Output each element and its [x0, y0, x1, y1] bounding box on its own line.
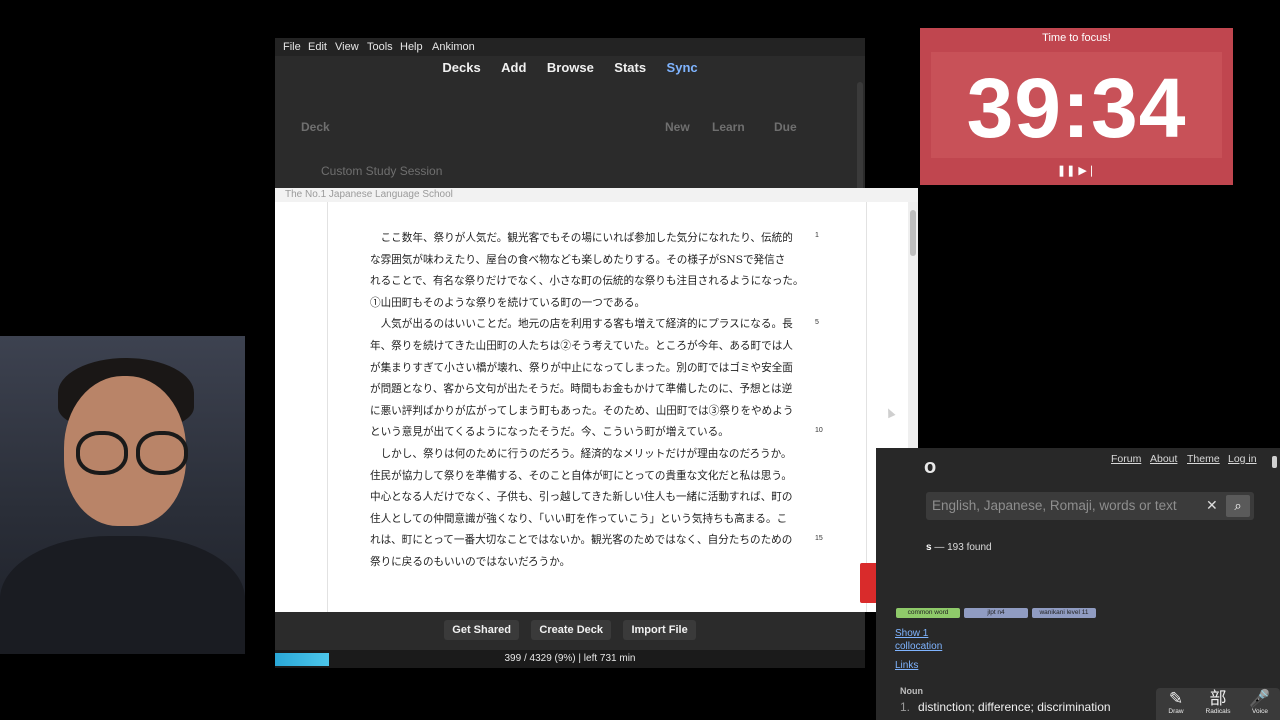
- show-collocations-link[interactable]: Show 1: [895, 628, 928, 639]
- voice-tool[interactable]: 🎤 Voice: [1242, 689, 1278, 716]
- passage-line: が集まりすぎて小さい橋が壊れ、祭りが中止になってしまった。別の町ではゴミや安全面: [370, 361, 793, 374]
- reading-passage: ここ数年、祭りが人気だ。観光客でもその場にいれば参加した気分になれたり、伝統的な…: [370, 228, 810, 574]
- radicals-tool[interactable]: 部 Radicals: [1200, 689, 1236, 716]
- microphone-icon: 🎤: [1249, 689, 1271, 708]
- pause-icon[interactable]: ❚❚: [1057, 165, 1075, 177]
- toolbar-add[interactable]: Add: [501, 60, 526, 75]
- search-input[interactable]: English, Japanese, Romaji, words or text: [932, 498, 1177, 513]
- clear-icon[interactable]: ✕: [1206, 497, 1218, 514]
- main-toolbar: Decks Add Browse Stats Sync: [275, 56, 865, 80]
- results-count-text: — 193 found: [934, 542, 992, 553]
- passage-line: 中心となる人だけでなく、子供も、引っ越してきた新しい住人も一緒に活動すれば、町の: [370, 491, 793, 504]
- line-number: 5: [815, 319, 819, 326]
- panel-scrollbar[interactable]: [1272, 456, 1277, 468]
- line-number: 1: [815, 232, 819, 239]
- links-link[interactable]: Links: [895, 660, 918, 671]
- timer-display: 39:34: [931, 52, 1222, 158]
- passage-line: れは、町にとって一番大切なことではないか。観光客のためではなく、自分たちのための: [370, 534, 793, 547]
- dictionary-panel: Forum About Theme Log in o English, Japa…: [876, 448, 1280, 720]
- person-shoulders: [0, 536, 245, 654]
- site-logo[interactable]: o: [924, 456, 936, 479]
- part-of-speech: Noun: [900, 686, 923, 696]
- tag-common-word: common word: [896, 608, 960, 618]
- search-bar: English, Japanese, Romaji, words or text…: [926, 492, 1254, 520]
- person-glasses: [76, 431, 245, 475]
- school-label: The No.1 Japanese Language School: [275, 188, 918, 202]
- passage-line: という意見が出てくるようになったそうだ。今、こういう町が増えている。: [370, 426, 729, 439]
- draw-tool[interactable]: ✎ Draw: [1158, 689, 1194, 716]
- passage-line: れることで、有名な祭りだけでなく、小さな町の伝統的な祭りも注目されるようになった…: [370, 275, 804, 288]
- nav-theme[interactable]: Theme: [1187, 453, 1220, 465]
- passage-line: 祭りに戻るのもいいのではないだろうか。: [370, 555, 571, 568]
- timer-controls: ❚❚ ▶❘: [920, 164, 1233, 177]
- line-number: 15: [815, 535, 823, 542]
- webcam-feed: [0, 336, 245, 654]
- document-viewer: The No.1 Japanese Language School ここ数年、祭…: [275, 188, 918, 612]
- menu-ankimon[interactable]: Ankimon: [432, 41, 475, 53]
- search-icon[interactable]: ⌕: [1226, 495, 1250, 517]
- passage-line: ①山田町もそのような祭りを続けている町の一つである。: [370, 296, 646, 309]
- collocation-link[interactable]: collocation: [895, 641, 942, 652]
- menu-view[interactable]: View: [335, 41, 359, 53]
- menu-tools[interactable]: Tools: [367, 41, 393, 53]
- status-bar: 399 / 4329 (9%) | left 731 min: [275, 650, 865, 668]
- due-column-header: Due: [774, 120, 797, 134]
- passage-line: 住人としての仲間意識が強くなり、「いい町を作っていこう」という気持ちも高まる。こ: [370, 512, 788, 525]
- status-text: 399 / 4329 (9%) | left 731 min: [504, 653, 636, 664]
- create-deck-button[interactable]: Create Deck: [531, 620, 612, 640]
- deck-column-header: Deck: [301, 120, 330, 134]
- focus-timer: Time to focus! 39:34 ❚❚ ▶❘: [920, 28, 1233, 185]
- passage-line: 住民が協力して祭りを準備する、そのこと自体が町にとっての貴重な文化だと私は思う。: [370, 469, 792, 482]
- timer-digits: 39:34: [966, 61, 1187, 155]
- definition-text: distinction; difference; discrimination: [918, 700, 1111, 714]
- passage-line: しかし、祭りは何のために行うのだろう。経済的なメリットだけが理由なのだろうか。: [370, 447, 792, 460]
- menu-bar: File Edit View Tools Help Ankimon: [275, 38, 865, 56]
- nav-about[interactable]: About: [1150, 453, 1177, 465]
- new-column-header: New: [665, 120, 690, 134]
- deck-row-custom-study[interactable]: Custom Study Session: [321, 164, 442, 178]
- results-heading: s: [926, 542, 932, 553]
- nav-forum[interactable]: Forum: [1111, 453, 1141, 465]
- toolbar-decks[interactable]: Decks: [442, 60, 480, 75]
- skip-icon[interactable]: ▶❘: [1078, 165, 1096, 177]
- get-shared-button[interactable]: Get Shared: [444, 620, 519, 640]
- passage-line: に悪い評判ばかりが広がってしまう町もあった。そのため、山田町では③祭りをやめよう: [370, 404, 794, 417]
- definition-number: 1.: [900, 700, 911, 714]
- menu-file[interactable]: File: [283, 41, 301, 53]
- input-tools: ✎ Draw 部 Radicals 🎤 Voice: [1156, 688, 1280, 720]
- menu-edit[interactable]: Edit: [308, 41, 327, 53]
- nav-login[interactable]: Log in: [1228, 453, 1257, 465]
- passage-line: 人気が出るのはいいことだ。地元の店を利用する客も増えて経済的にプラスになる。長: [370, 318, 793, 331]
- passage-line: な雰囲気が味わえたり、屋台の食べ物なども楽しめたりする。その様子がSNSで発信さ: [370, 253, 786, 266]
- passage-line: ここ数年、祭りが人気だ。観光客でもその場にいれば参加した気分になれたり、伝統的: [370, 232, 793, 244]
- tag-jlpt: jlpt n4: [964, 608, 1028, 618]
- toolbar-browse[interactable]: Browse: [547, 60, 594, 75]
- definition: 1. distinction; difference; discriminatio…: [900, 700, 1111, 714]
- toolbar-stats[interactable]: Stats: [614, 60, 646, 75]
- learn-column-header: Learn: [712, 120, 745, 134]
- tag-wanikani: wanikani level 11: [1032, 608, 1096, 618]
- passage-line: が問題となり、客から文句が出たそうだ。時間もお金もかけて準備したのに、予想とは逆: [370, 383, 793, 396]
- scroll-thumb[interactable]: [910, 210, 916, 256]
- results-count: s — 193 found: [926, 542, 992, 553]
- line-number: 10: [815, 427, 823, 434]
- passage-line: 年、祭りを続けてきた山田町の人たちは②そう考えていた。ところが今年、ある町では人: [370, 339, 793, 352]
- toolbar-sync[interactable]: Sync: [667, 60, 698, 75]
- pencil-icon: ✎: [1168, 689, 1184, 708]
- menu-help[interactable]: Help: [400, 41, 423, 53]
- import-file-button[interactable]: Import File: [623, 620, 696, 640]
- bottom-bar: Get Shared Create Deck Import File: [275, 614, 865, 648]
- timer-label: Time to focus!: [1042, 32, 1111, 44]
- radical-icon: 部: [1209, 689, 1227, 708]
